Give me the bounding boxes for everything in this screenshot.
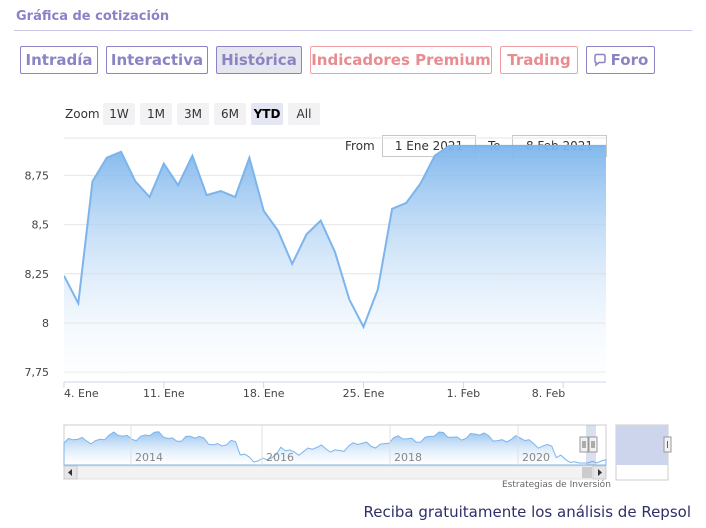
navigator-year-label: 2020: [522, 451, 550, 464]
navigator-year-label: 2018: [394, 451, 422, 464]
y-tick-label: 8,75: [25, 169, 50, 182]
series-area-fill: [64, 145, 606, 382]
y-axis-labels: 7,75 8 8,25 8,5 8,75: [25, 169, 50, 379]
scroll-thumb[interactable]: [582, 467, 592, 478]
y-tick-label: 8,25: [25, 268, 50, 281]
chart-area-series: [64, 144, 606, 382]
mini-navigator-selection[interactable]: [616, 425, 668, 465]
x-tick-label: 11. Ene: [143, 387, 185, 400]
chart-credit[interactable]: Estrategias de Inversión: [502, 480, 611, 490]
navigator-handle-right[interactable]: [588, 436, 598, 453]
navigator[interactable]: 2014 2016 2018 2020: [63, 424, 672, 481]
y-tick-label: 7,75: [25, 366, 50, 379]
navigator-year-label: 2016: [266, 451, 294, 464]
x-tick-label: 18. Ene: [243, 387, 285, 400]
navigator-scrollbar-track[interactable]: [63, 465, 607, 480]
navigator-year-label: 2014: [135, 451, 163, 464]
price-chart[interactable]: 7,75 8 8,25 8,5 8,75 4. Ene 11. Ene 18. Ene 25.…: [0, 0, 706, 528]
x-tick-label: 8. Feb: [532, 387, 565, 400]
x-tick-label: 1. Feb: [447, 387, 480, 400]
x-tick-label: 4. Ene: [64, 387, 99, 400]
footer-note[interactable]: Reciba gratuitamente los análisis de Rep…: [363, 503, 691, 521]
y-tick-label: 8: [42, 317, 49, 330]
y-tick-label: 8,5: [32, 219, 50, 232]
navigator-handle-left[interactable]: [579, 436, 589, 453]
x-axis-labels: 4. Ene 11. Ene 18. Ene 25. Ene 1. Feb 8. Feb: [63, 381, 606, 400]
x-tick-label: 25. Ene: [343, 387, 385, 400]
